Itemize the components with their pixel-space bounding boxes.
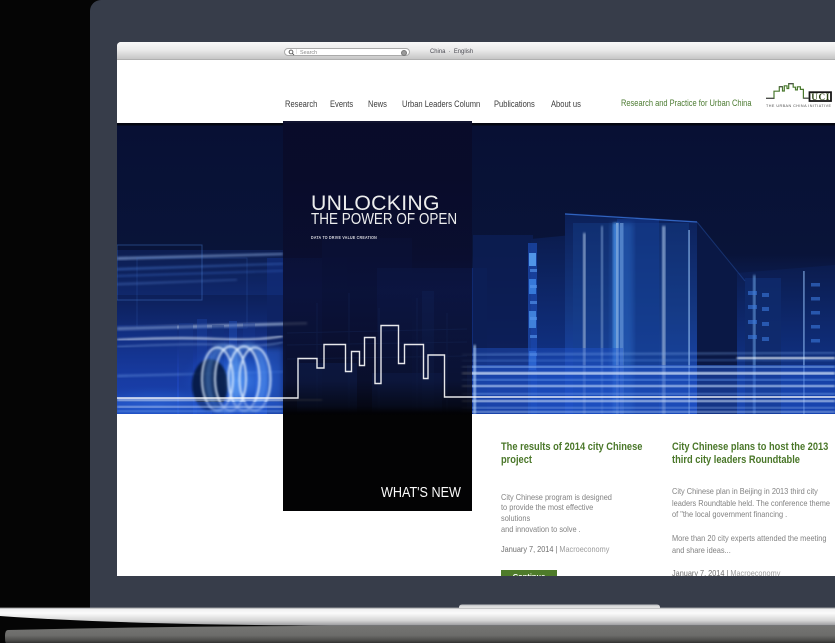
- svg-text:UCI: UCI: [811, 92, 829, 102]
- svg-text:THE URBAN CHINA INITIATIVE: THE URBAN CHINA INITIATIVE: [766, 104, 832, 108]
